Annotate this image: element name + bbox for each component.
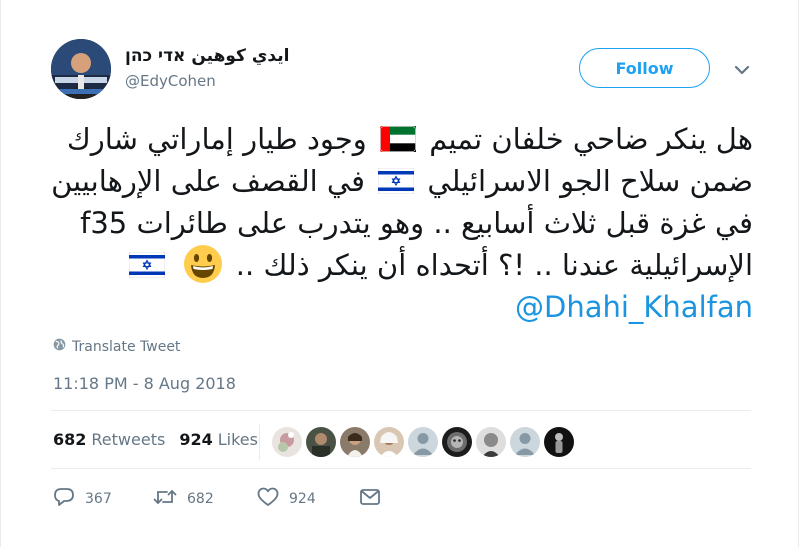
- retweets-label: Retweets: [91, 430, 166, 449]
- tweet-actions: 367 682 924: [53, 487, 381, 511]
- liker-avatar[interactable]: [543, 426, 575, 458]
- likes-stat[interactable]: 924 Likes: [179, 430, 258, 449]
- liker-avatar[interactable]: [509, 426, 541, 458]
- tweet-line-4: الإسرائيلية عندنا .. !؟ أتحداه أن ينكر ذ…: [41, 244, 753, 286]
- tweet-card: ايدي كوهين אדי כהן @EdyCohen Follow هل ي…: [0, 0, 799, 547]
- heart-icon: [257, 487, 279, 511]
- tweet-line-2: ضمن سلاح الجو الاسرائيلي في القصف على ال…: [41, 160, 753, 202]
- smiling-face-emoji-icon: [183, 244, 223, 284]
- likes-count: 924: [179, 430, 213, 449]
- follow-button[interactable]: Follow: [579, 48, 710, 88]
- tweet-text-segment: وجود طيار إماراتي شارك: [66, 122, 367, 156]
- reply-count: 367: [85, 491, 112, 507]
- tweet-stats: 682 Retweets 924 Likes: [53, 430, 268, 449]
- liker-avatar[interactable]: [407, 426, 439, 458]
- tweet-timestamp[interactable]: 11:18 PM - 8 Aug 2018: [53, 374, 236, 393]
- tweet-text-segment: هل ينكر ضاحي خلفان تميم: [429, 122, 753, 156]
- globe-icon: [53, 338, 66, 355]
- like-count: 924: [289, 491, 316, 507]
- tweet-line-1: هل ينكر ضاحي خلفان تميم وجود طيار إمارات…: [41, 118, 753, 160]
- display-name[interactable]: ايدي كوهين אדי כהן: [125, 46, 289, 66]
- retweets-count: 682: [53, 430, 87, 449]
- divider: [51, 410, 751, 411]
- mention-link[interactable]: @Dhahi_Khalfan: [515, 290, 753, 324]
- chevron-down-icon[interactable]: [733, 62, 751, 76]
- liker-avatar[interactable]: [441, 426, 473, 458]
- tweet-line-5: @Dhahi_Khalfan: [41, 286, 753, 328]
- liker-avatar[interactable]: [271, 426, 303, 458]
- israel-flag-icon: [129, 252, 166, 278]
- reply-icon: [53, 487, 75, 511]
- liker-avatars: [271, 426, 575, 458]
- tweet-text-segment: الإسرائيلية عندنا .. !؟ أتحداه أن ينكر ذ…: [235, 248, 753, 282]
- tweet-line-3: في غزة قبل ثلاث أسابيع .. وهو يتدرب على …: [80, 206, 753, 240]
- retweet-count: 682: [187, 491, 214, 507]
- retweet-icon: [153, 487, 177, 511]
- reply-action[interactable]: 367: [53, 487, 153, 511]
- divider: [51, 468, 751, 469]
- translate-label: Translate Tweet: [72, 338, 181, 355]
- liker-avatar[interactable]: [373, 426, 405, 458]
- tweet-text-segment: في القصف على الإرهابيين: [51, 164, 365, 198]
- translate-tweet-link[interactable]: Translate Tweet: [53, 338, 180, 355]
- like-action[interactable]: 924: [257, 487, 359, 511]
- envelope-icon: [359, 488, 381, 510]
- israel-flag-icon: [378, 168, 415, 194]
- retweet-action[interactable]: 682: [153, 487, 257, 511]
- liker-avatar[interactable]: [339, 426, 371, 458]
- liker-avatar[interactable]: [475, 426, 507, 458]
- direct-message-action[interactable]: [359, 488, 381, 510]
- uae-flag-icon: [380, 126, 417, 152]
- stats-separator: [259, 424, 260, 460]
- liker-avatar[interactable]: [305, 426, 337, 458]
- user-handle[interactable]: @EdyCohen: [125, 72, 216, 90]
- tweet-text-segment: ضمن سلاح الجو الاسرائيلي: [427, 164, 753, 198]
- avatar[interactable]: [51, 39, 111, 99]
- tweet-text: هل ينكر ضاحي خلفان تميم وجود طيار إمارات…: [41, 118, 753, 328]
- retweets-stat[interactable]: 682 Retweets: [53, 430, 165, 449]
- likes-label: Likes: [217, 430, 258, 449]
